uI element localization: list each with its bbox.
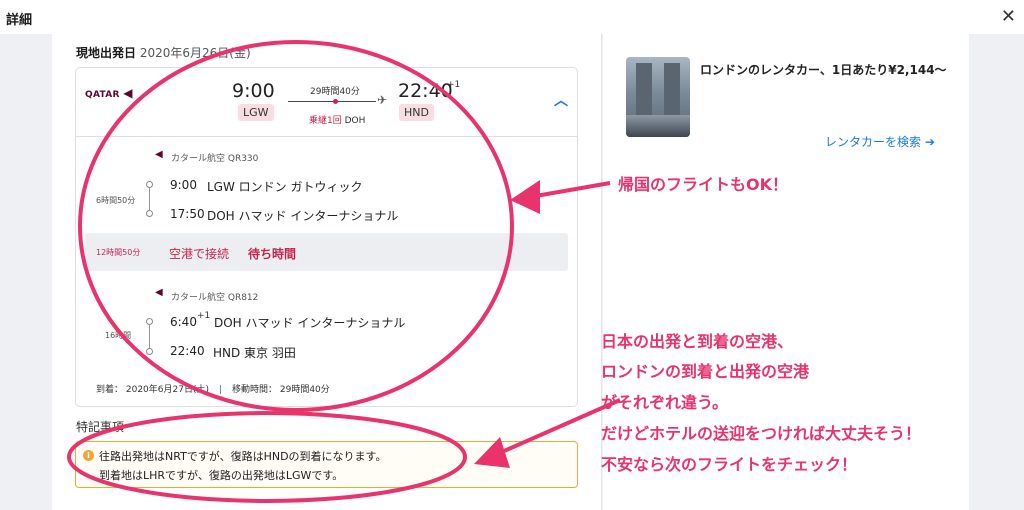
airline-icon: ◀ <box>155 149 163 160</box>
route-line <box>288 101 376 102</box>
layover-label: 空港で接続 <box>169 247 230 261</box>
flight-card: QATAR ◀ 9:00 LGW 29時間40分 ✈ 乗継1回 DOH 22:4… <box>75 67 578 407</box>
segment-airline: カタール航空 QR330 <box>171 154 259 164</box>
annotation-line: だけどホテルの送迎をつければ大丈夫そう！ <box>601 424 922 443</box>
info-icon: i <box>83 450 94 461</box>
notes-box: i 往路出発地はNRTですが、復路はHNDの到着になります。 到着地はLHRです… <box>75 441 578 488</box>
segment-dep-time: 9:00 <box>170 178 197 192</box>
segment-dep-time: 6:40 <box>170 315 197 329</box>
annotation-line: 日本の出発と到着の空港、 <box>601 332 794 351</box>
timeline-dot <box>146 348 153 355</box>
summary-duration: 29時間40分 <box>310 87 360 97</box>
segment-dep-place: LGW ロンドン ガトウィック <box>207 180 363 194</box>
segment-duration: 6時間50分 <box>96 196 136 205</box>
qatar-logo: QATAR ◀ <box>85 86 133 100</box>
summary-dep-airport: LGW <box>238 104 274 121</box>
segment-dep-plus: +1 <box>197 311 211 321</box>
bridge-tower <box>664 63 680 119</box>
stop-dot <box>333 99 338 104</box>
rental-search-link[interactable]: レンタカーを検索 ➔ <box>825 133 935 150</box>
segment-arr-time: 22:40 <box>170 344 205 358</box>
london-bridge-image <box>626 57 690 137</box>
segment-arr-time: 17:50 <box>170 207 205 221</box>
layover-time: 12時間50分 <box>96 248 141 257</box>
stops-count: 乗継1回 <box>309 116 342 126</box>
bridge-tower <box>636 63 652 119</box>
notes-title: 特記事項 <box>76 420 125 434</box>
segment-dep-place: DOH ハマッド インターナショナル <box>214 316 406 330</box>
timeline-dot <box>146 181 153 188</box>
segment-arr-place: HND 東京 羽田 <box>213 346 296 360</box>
airline-icon: ◀ <box>155 287 163 298</box>
notes-line-2: 到着地はLHRですが、復路の出発地はLGWです。 <box>99 469 344 482</box>
summary-arr-airport: HND <box>399 104 434 121</box>
rental-link-label: レンタカーを検索 <box>825 135 922 149</box>
dialog-header: 詳細 ✕ <box>0 0 1024 34</box>
layover-bar: 12時間50分 空港で接続 待ち時間 <box>85 233 568 271</box>
departure-label: 現地出発日 <box>76 46 137 60</box>
card-divider <box>76 136 577 137</box>
summary-dep-time: 9:00 <box>232 80 275 102</box>
oryx-icon: ◀ <box>123 86 133 100</box>
timeline-dot <box>146 318 153 325</box>
travel-time: 移動時間： 29時間40分 <box>232 385 330 395</box>
timeline-line <box>149 325 150 348</box>
timeline-line <box>149 188 150 210</box>
bridge-deck <box>626 115 690 137</box>
rental-title: ロンドンのレンタカー、1日あたり¥2,144〜 <box>700 63 947 77</box>
stop-info: 乗継1回 DOH <box>309 113 365 126</box>
airline-logo-text: QATAR <box>85 90 120 100</box>
flight-detail-panel: 現地出発日 2020年6月26日(金) QATAR ◀ 9:00 LGW 29時… <box>52 34 602 510</box>
segment-arr-place: DOH ハマッド インターナショナル <box>207 209 399 223</box>
layover-wait: 待ち時間 <box>248 247 297 261</box>
departure-header: 現地出発日 2020年6月26日(金) <box>76 44 251 61</box>
annotation-line: がそれぞれ違う。 <box>601 393 729 412</box>
segment-duration: 16時間 <box>105 331 132 340</box>
close-icon[interactable]: ✕ <box>1001 6 1016 27</box>
annotation-return-ok: 帰国のフライトもOK！ <box>618 175 789 194</box>
timeline-dot <box>146 210 153 217</box>
segment-airline: カタール航空 QR812 <box>171 293 259 303</box>
summary-arr-plus: +1 <box>447 80 461 90</box>
chevron-up-icon[interactable]: ︿ <box>554 90 568 110</box>
annotation-line: 不安なら次のフライトをチェック！ <box>601 455 858 474</box>
summary-arr-time: 22:40 <box>398 80 453 102</box>
dialog-title: 詳細 <box>6 13 33 28</box>
plane-icon: ✈ <box>377 93 388 107</box>
arrival-summary: 到着： 2020年6月27日(土) | 移動時間： 29時間40分 <box>96 382 330 395</box>
stop-airport: DOH <box>344 116 366 126</box>
arrow-right-icon: ➔ <box>924 135 935 149</box>
annotation-line: ロンドンの到着と出発の空港 <box>601 362 810 381</box>
arrival-date: 到着： 2020年6月27日(土) <box>96 385 209 395</box>
departure-date: 2020年6月26日(金) <box>139 46 251 60</box>
separator: | <box>218 385 223 395</box>
notes-line-1: 往路出発地はNRTですが、復路はHNDの到着になります。 <box>99 450 387 463</box>
